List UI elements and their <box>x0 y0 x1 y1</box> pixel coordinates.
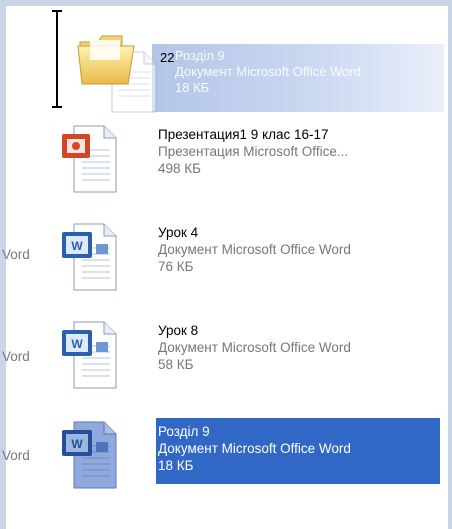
svg-text:W: W <box>71 239 83 253</box>
window-frame-top <box>0 0 452 6</box>
drag-file-details: Розділ 9 Документ Microsoft Office Word … <box>175 48 361 96</box>
file-type: Документ Microsoft Office Word <box>158 242 351 257</box>
file-item[interactable]: Vord W Урок 8 Документ Microsoft Office … <box>0 318 452 390</box>
file-name: Розділ 9 <box>158 424 210 439</box>
svg-text:W: W <box>71 437 83 451</box>
clipped-file-type: Vord <box>2 448 30 463</box>
powerpoint-document-icon <box>62 125 117 193</box>
word-document-icon: W <box>62 421 117 489</box>
word-document-icon: W <box>62 223 117 291</box>
file-name: Презентация1 9 клас 16-17 <box>158 127 329 142</box>
drag-file-size: 18 КБ <box>175 80 210 95</box>
file-size: 498 КБ <box>158 161 201 176</box>
file-size: 58 КБ <box>158 357 194 372</box>
file-details: Урок 4 Документ Microsoft Office Word 76… <box>158 224 351 275</box>
file-details: Презентация1 9 клас 16-17 Презентация Mi… <box>158 126 348 177</box>
drag-file-type: Документ Microsoft Office Word <box>175 64 361 79</box>
word-document-icon: W <box>62 321 117 389</box>
text-cursor-icon <box>52 10 62 108</box>
file-type: Документ Microsoft Office Word <box>158 441 351 456</box>
file-details: Розділ 9 Документ Microsoft Office Word … <box>158 423 351 474</box>
svg-text:W: W <box>71 337 83 351</box>
file-name: Урок 4 <box>158 225 199 240</box>
file-size: 76 КБ <box>158 259 194 274</box>
file-details: Урок 8 Документ Microsoft Office Word 58… <box>158 322 351 373</box>
file-item[interactable]: Презентация1 9 клас 16-17 Презентация Mi… <box>0 122 452 194</box>
file-item[interactable]: Vord W Урок 4 Документ Microsoft Office … <box>0 220 452 292</box>
file-name: Урок 8 <box>158 323 199 338</box>
clipped-file-type: Vord <box>2 349 30 364</box>
clipped-file-type: Vord <box>2 247 30 262</box>
file-type: Документ Microsoft Office Word <box>158 340 351 355</box>
file-type: Презентация Microsoft Office... <box>158 144 349 159</box>
file-item-selected[interactable]: Vord W Розділ 9 Документ Microsoft Offic… <box>0 418 452 490</box>
drag-item-count: 22 <box>160 50 175 65</box>
drag-file-name: Розділ 9 <box>175 48 225 63</box>
folder-icon[interactable] <box>76 32 138 86</box>
file-size: 18 КБ <box>158 458 194 473</box>
